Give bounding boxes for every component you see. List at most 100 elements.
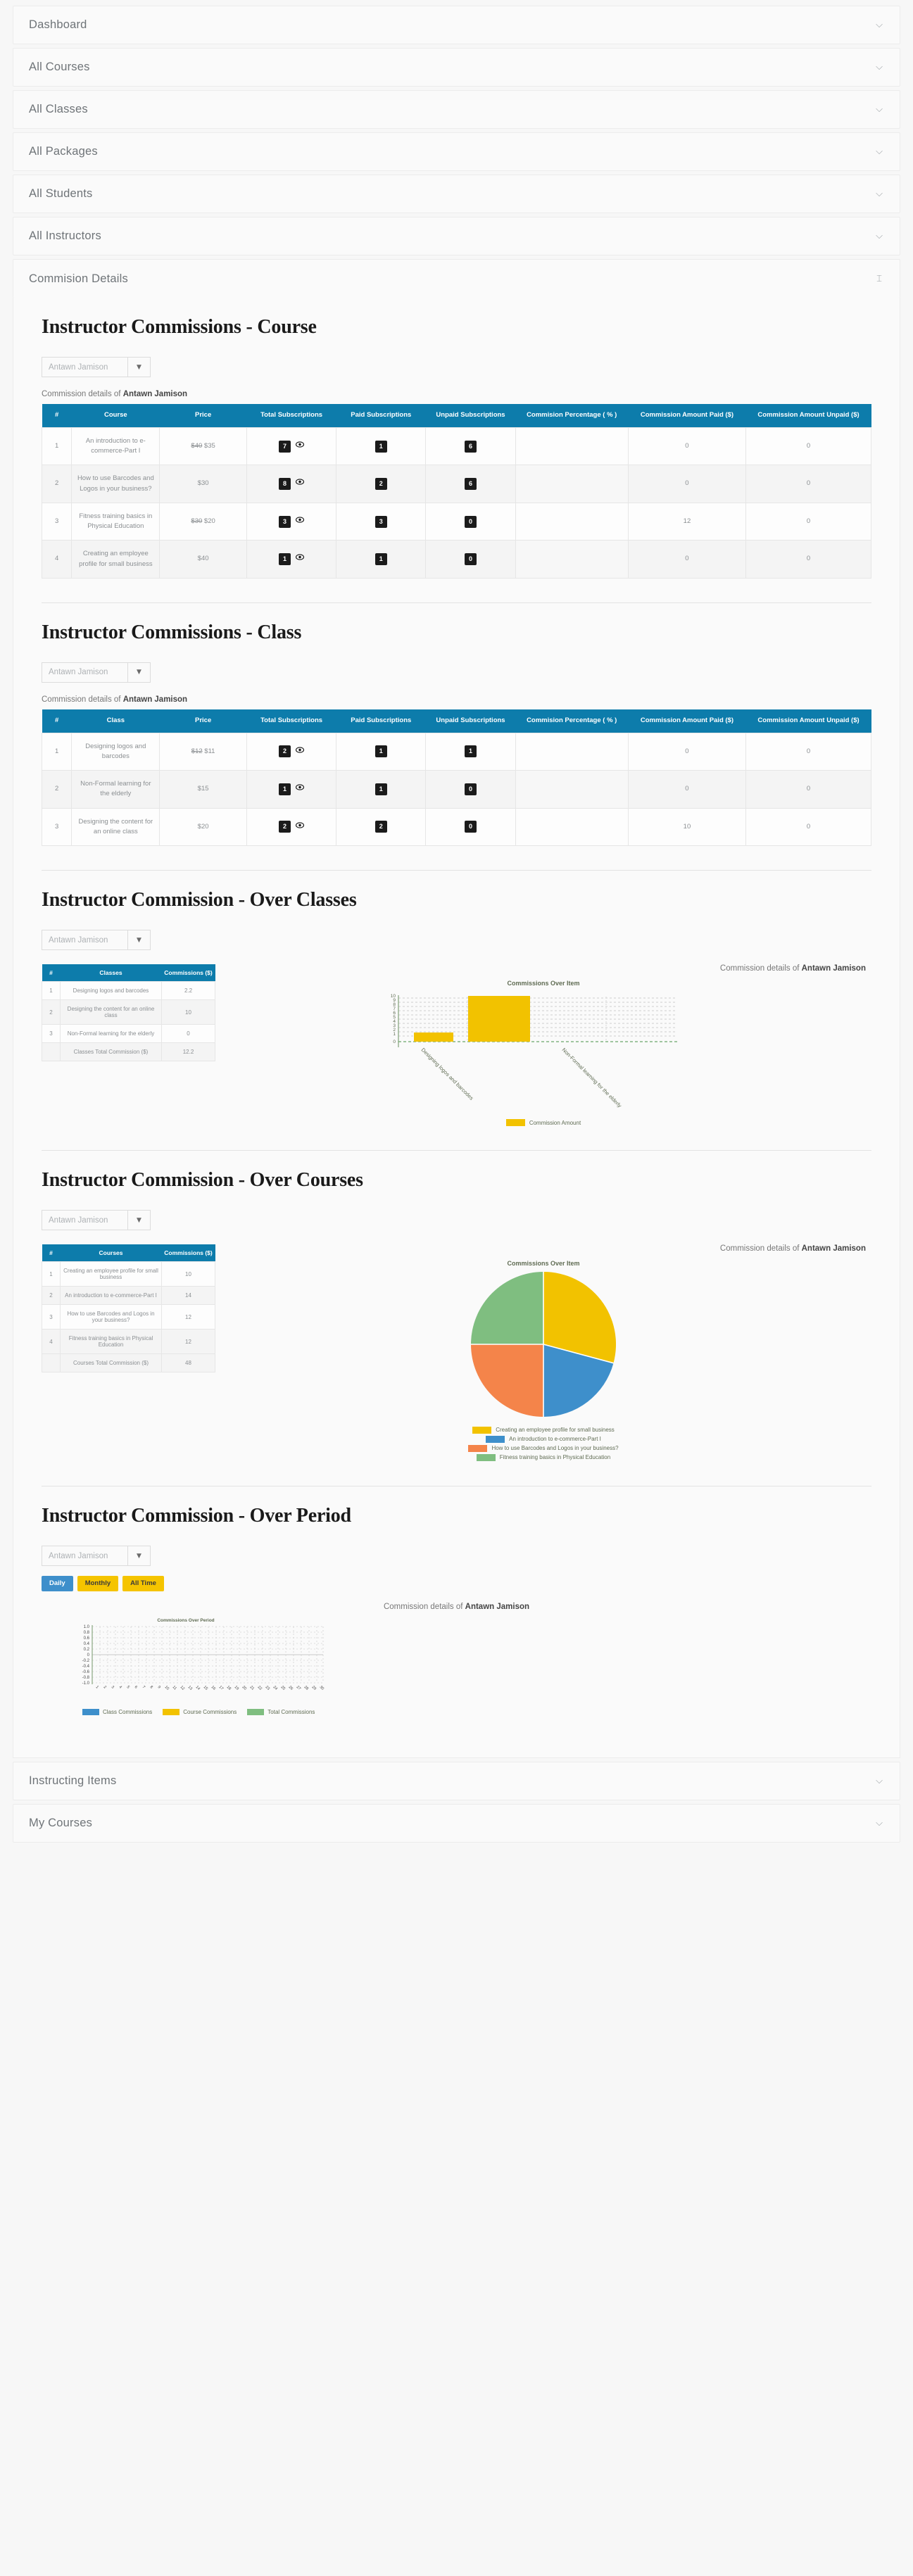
svg-text:0.2: 0.2 — [84, 1648, 90, 1652]
svg-text:16: 16 — [210, 1685, 217, 1691]
accordion-commision-details[interactable]: Commision Details ⌶ — [13, 259, 900, 298]
accordion-all-students[interactable]: All Students ⌵ — [13, 175, 900, 213]
unpaid-subscriptions-badge[interactable]: 0 — [464, 515, 477, 528]
svg-text:-0.2: -0.2 — [82, 1659, 90, 1663]
chevron-down-icon[interactable]: ⌵ — [874, 189, 884, 198]
accordion-all-instructors[interactable]: All Instructors ⌵ — [13, 217, 900, 255]
page-title-over-period: Instructor Commission - Over Period — [42, 1505, 351, 1527]
chevron-down-icon[interactable]: ⌵ — [874, 232, 884, 241]
cell-commission-value: 0 — [161, 1024, 215, 1044]
commission-details-label-over-courses: Commission details of Antawn Jamison — [720, 1244, 866, 1253]
svg-text:-1.0: -1.0 — [82, 1681, 90, 1686]
over-courses-table-wrap: # Courses Commissions ($) 1 Creating an … — [42, 1244, 215, 1373]
svg-text:-0.4: -0.4 — [82, 1665, 90, 1669]
chevron-down-icon[interactable]: ▼ — [127, 1546, 150, 1566]
cell-course-name: Fitness training basics in Physical Educ… — [60, 1329, 162, 1355]
accordion-label: Instructing Items — [29, 1774, 117, 1787]
bar-chart-container: Commissions Over Item 10 9 8 7 6 5 4 3 2… — [215, 980, 871, 1127]
unpaid-subscriptions-badge[interactable]: 6 — [464, 440, 477, 453]
eye-icon[interactable] — [296, 441, 305, 451]
total-subscriptions-badge[interactable]: 3 — [279, 515, 291, 528]
col-index: # — [42, 709, 72, 733]
eye-icon[interactable] — [296, 479, 305, 488]
eye-icon[interactable] — [296, 517, 305, 526]
period-button-all-time[interactable]: All Time — [122, 1576, 164, 1591]
cell-total-subscriptions: 8 — [246, 465, 337, 503]
legend-label-class-commissions: Class Commissions — [103, 1708, 153, 1715]
legend-label: Creating an employee profile for small b… — [496, 1427, 615, 1434]
unpaid-subscriptions-badge[interactable]: 6 — [464, 478, 477, 491]
accordion-my-courses[interactable]: My Courses ⌵ — [13, 1803, 900, 1843]
detail-prefix: Commission details of — [719, 1244, 802, 1254]
paid-subscriptions-badge[interactable]: 2 — [374, 821, 387, 833]
instructor-select-over-classes[interactable]: Antawn Jamison ▼ — [42, 930, 151, 951]
instructor-select-over-courses[interactable]: Antawn Jamison ▼ — [42, 1210, 151, 1231]
svg-text:1: 1 — [393, 1032, 396, 1037]
paid-subscriptions-badge[interactable]: 1 — [374, 440, 387, 453]
cell-price: $40 — [159, 540, 247, 579]
chevron-down-icon[interactable]: ▼ — [127, 930, 150, 950]
chevron-down-icon[interactable]: ⌵ — [874, 1776, 884, 1786]
cell-commission-amount-paid: 0 — [627, 732, 747, 771]
chevron-down-icon[interactable]: ⌵ — [874, 147, 884, 156]
paid-subscriptions-badge[interactable]: 1 — [374, 553, 387, 566]
eye-icon[interactable] — [296, 822, 305, 832]
instructor-select-over-period[interactable]: Antawn Jamison ▼ — [42, 1546, 151, 1567]
svg-text:28: 28 — [303, 1685, 310, 1691]
cell-commision-percentage — [515, 770, 629, 809]
section-instructor-commissions-class: Instructor Commissions - Class Antawn Ja… — [13, 603, 900, 852]
table-row: 1 An introduction to e-commerce-Part I $… — [41, 427, 871, 466]
unpaid-subscriptions-badge[interactable]: 0 — [464, 783, 477, 795]
svg-text:15: 15 — [203, 1685, 209, 1691]
accordion-all-courses[interactable]: All Courses ⌵ — [13, 48, 900, 87]
paid-subscriptions-badge[interactable]: 1 — [374, 783, 387, 795]
paid-subscriptions-badge[interactable]: 1 — [374, 745, 387, 758]
legend-item: How to use Barcodes and Logos in your bu… — [215, 1444, 871, 1453]
paid-subscriptions-badge[interactable]: 3 — [374, 515, 387, 528]
chevron-down-icon[interactable]: ⌵ — [874, 63, 884, 72]
chevron-down-icon[interactable]: ⌵ — [874, 20, 884, 30]
unpaid-subscriptions-badge[interactable]: 1 — [464, 745, 477, 758]
unpaid-subscriptions-badge[interactable]: 0 — [464, 821, 477, 833]
accordion-all-classes[interactable]: All Classes ⌵ — [13, 90, 900, 129]
accordion-all-packages[interactable]: All Packages ⌵ — [13, 132, 900, 171]
legend-label-total-commissions: Total Commissions — [267, 1708, 315, 1715]
chevron-down-icon[interactable]: ⌵ — [874, 1819, 884, 1828]
chevron-down-icon[interactable]: ▼ — [127, 1211, 150, 1230]
section-instructor-commissions-course: Instructor Commissions - Course Antawn J… — [13, 298, 900, 584]
cell-unpaid-subscriptions: 0 — [425, 807, 516, 847]
instructor-select-course[interactable]: Antawn Jamison ▼ — [42, 357, 151, 377]
total-subscriptions-badge[interactable]: 1 — [279, 553, 291, 566]
cell-commission-amount-paid: 0 — [627, 770, 747, 809]
chevron-up-icon[interactable]: ⌶ — [874, 274, 884, 284]
total-subscriptions-badge[interactable]: 2 — [279, 821, 291, 833]
commission-details-label-class: Commission details of Antawn Jamison — [42, 695, 871, 704]
cell-commission-value: 14 — [161, 1286, 215, 1306]
chevron-down-icon[interactable]: ▼ — [127, 662, 150, 682]
instructor-select-class[interactable]: Antawn Jamison ▼ — [42, 662, 151, 683]
period-button-daily[interactable]: Daily — [42, 1576, 73, 1591]
eye-icon[interactable] — [296, 747, 305, 757]
chevron-down-icon[interactable]: ⌵ — [874, 105, 884, 114]
total-subscriptions-badge[interactable]: 2 — [279, 745, 291, 758]
cell-index: 1 — [42, 1261, 61, 1287]
period-button-monthly[interactable]: Monthly — [77, 1576, 119, 1591]
accordion-instructing-items[interactable]: Instructing Items ⌵ — [13, 1761, 900, 1800]
chevron-down-icon[interactable]: ▼ — [127, 358, 150, 377]
over-classes-table-wrap: # Classes Commissions ($) 1 Designing lo… — [42, 964, 215, 1062]
legend-item: Creating an employee profile for small b… — [215, 1425, 871, 1434]
total-subscriptions-badge[interactable]: 8 — [279, 478, 291, 491]
cell-commision-percentage — [515, 502, 629, 541]
cell-class-name: Non-Formal learning for the elderly — [60, 1024, 162, 1044]
accordion-dashboard[interactable]: Dashboard ⌵ — [13, 6, 900, 44]
unpaid-subscriptions-badge[interactable]: 0 — [464, 553, 477, 566]
cell-commission-amount-paid: 0 — [627, 465, 747, 503]
total-subscriptions-badge[interactable]: 1 — [279, 783, 291, 795]
total-subscriptions-badge[interactable]: 7 — [279, 440, 291, 453]
line-chart-container: Commissions Over Period 1.0 0.8 0.6 0.4 … — [42, 1615, 871, 1715]
svg-text:2: 2 — [103, 1685, 107, 1689]
eye-icon[interactable] — [296, 784, 305, 794]
eye-icon[interactable] — [296, 554, 305, 564]
paid-subscriptions-badge[interactable]: 2 — [374, 478, 387, 491]
cell-commision-percentage — [515, 465, 629, 503]
